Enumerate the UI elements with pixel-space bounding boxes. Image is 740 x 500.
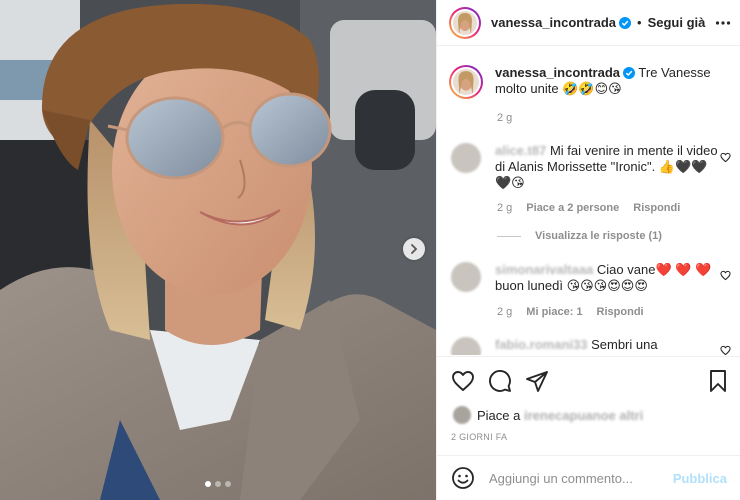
add-comment-bar: Pubblica [437, 455, 740, 500]
header-separator: • [637, 15, 642, 30]
comment-text: fabio.romani33 Sembri una [495, 337, 719, 355]
comment-likes-count[interactable]: Mi piace: 1 [526, 306, 582, 318]
verified-badge-icon [623, 67, 636, 79]
caption-time: 2 g [497, 112, 513, 124]
comment-meta: 2 g Piace a 2 persone Rispondi [497, 202, 680, 214]
comment-text: simonarivaltaaa Ciao vane❤️ ❤️ ❤️ buon l… [495, 262, 719, 294]
publish-button[interactable]: Pubblica [673, 471, 727, 486]
likes-prefix: Piace a [477, 407, 521, 423]
more-options-button[interactable] [715, 15, 731, 31]
following-button[interactable]: Segui già [648, 15, 706, 30]
avatar-image [453, 69, 479, 95]
post-header: vanessa_incontrada • Segui già [437, 0, 740, 46]
comment-time: 2 g [497, 202, 513, 214]
commenter-username[interactable]: simonarivaltaaa [495, 262, 593, 277]
carousel-dot-active [205, 481, 211, 487]
replies-divider [497, 235, 521, 237]
likes-summary[interactable]: Piace a irenecapuano e altri [453, 406, 643, 424]
comment-meta: 2 g Mi piace: 1 Rispondi [497, 306, 644, 318]
verified-badge-icon [619, 16, 632, 29]
add-comment-input[interactable] [489, 470, 659, 486]
emoji-smile-icon[interactable] [451, 466, 475, 490]
comment-icon[interactable] [488, 369, 512, 393]
comments-section[interactable]: vanessa_incontrada Tre Vanesse molto uni… [437, 47, 740, 355]
commenter-avatar[interactable] [451, 143, 481, 173]
comment-like-icon[interactable] [720, 152, 731, 163]
commenter-avatar[interactable] [451, 262, 481, 292]
carousel-next-button[interactable] [403, 238, 425, 260]
bookmark-icon[interactable] [707, 369, 729, 393]
post-image [0, 0, 436, 500]
chevron-right-icon [411, 244, 418, 254]
commenter-avatar[interactable] [451, 337, 481, 355]
caption-text: vanessa_incontrada Tre Vanesse molto uni… [495, 65, 725, 99]
comment-item: fabio.romani33 Sembri una [451, 337, 737, 355]
likes-suffix[interactable]: e altri [609, 408, 644, 423]
author-avatar[interactable] [449, 6, 481, 39]
commenter-username[interactable]: fabio.romani33 [495, 337, 587, 352]
comment-text: alice.t87 Mi fai venire in mente il vide… [495, 143, 719, 191]
author-username[interactable]: vanessa_incontrada [491, 15, 616, 30]
avatar-image [453, 10, 477, 35]
heart-icon[interactable] [451, 369, 475, 393]
comment-like-icon[interactable] [720, 270, 731, 281]
liker-avatar [453, 406, 471, 424]
liker-username[interactable]: irenecapuano [524, 408, 609, 423]
view-replies-label: Visualizza le risposte (1) [535, 230, 662, 242]
carousel-dot [215, 481, 221, 487]
caption-avatar[interactable] [449, 65, 483, 99]
comment-likes-count[interactable]: Piace a 2 persone [526, 202, 619, 214]
carousel-indicator [0, 481, 436, 487]
view-replies-button[interactable]: Visualizza le risposte (1) [497, 230, 662, 242]
post-photo[interactable] [0, 0, 436, 500]
send-icon[interactable] [525, 369, 549, 393]
post-timestamp[interactable]: 2 GIORNI FA [451, 432, 507, 442]
comment-item: alice.t87 Mi fai venire in mente il vide… [451, 143, 737, 191]
carousel-dot [225, 481, 231, 487]
caption-username[interactable]: vanessa_incontrada [495, 65, 620, 80]
reply-button[interactable]: Rispondi [633, 202, 680, 214]
caption: vanessa_incontrada Tre Vanesse molto uni… [449, 65, 725, 99]
comment-time: 2 g [497, 306, 513, 318]
post-side-panel: vanessa_incontrada • Segui già vanessa_i… [436, 0, 740, 500]
comment-like-icon[interactable] [720, 345, 731, 355]
more-horizontal-icon [715, 20, 731, 25]
comment-body: Sembri una [591, 337, 658, 352]
commenter-username[interactable]: alice.t87 [495, 143, 546, 158]
comment-item: simonarivaltaaa Ciao vane❤️ ❤️ ❤️ buon l… [451, 262, 737, 294]
reply-button[interactable]: Rispondi [597, 306, 644, 318]
